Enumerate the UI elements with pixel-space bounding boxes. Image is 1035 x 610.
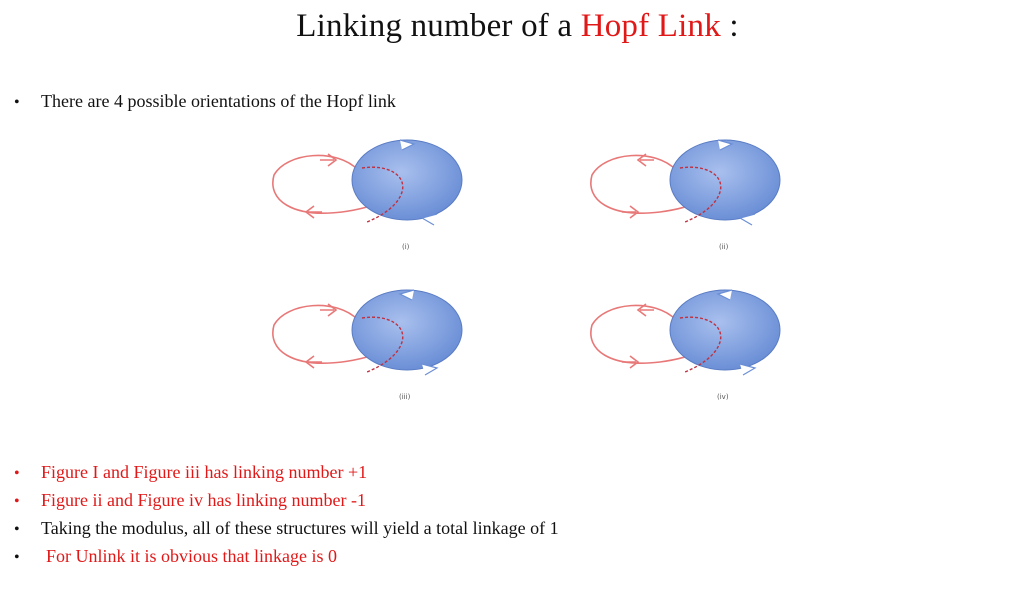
bullet-item-3: • Taking the modulus, all of these struc… <box>14 518 559 539</box>
bullet-text-4: For Unlink it is obvious that linkage is… <box>46 546 337 566</box>
title-suffix: : <box>720 8 739 44</box>
title-highlight: Hopf Link <box>580 8 721 44</box>
title-prefix: Linking number of a <box>296 8 581 44</box>
figure-label-iii: (iii) <box>399 393 411 401</box>
bullet-item-1: • Figure I and Figure iii has linking nu… <box>14 462 367 483</box>
arrow-right-icon <box>739 363 757 376</box>
figure-label-ii: (ii) <box>719 243 729 251</box>
figure-label-iv: (iv) <box>717 393 729 401</box>
blue-disc <box>669 139 781 221</box>
hopf-figure-ii <box>590 139 781 226</box>
hopf-figure-iv <box>590 289 781 376</box>
bullet-text-3: Taking the modulus, all of these structu… <box>41 518 559 538</box>
blue-disc <box>669 289 781 371</box>
slide-title: Linking number of a Hopf Link : <box>0 8 1035 45</box>
arrow-left-icon <box>304 205 322 219</box>
bullet-item-2: • Figure ii and Figure iv has linking nu… <box>14 490 366 511</box>
bullet-dot: • <box>14 465 20 482</box>
intro-bullet: • There are 4 possible orientations of t… <box>14 91 396 112</box>
bullet-dot: • <box>14 549 20 566</box>
arrow-right-icon <box>622 205 640 219</box>
bullet-item-4: • For Unlink it is obvious that linkage … <box>14 546 337 567</box>
hopf-figure-iii <box>272 289 463 376</box>
bullet-text-1: Figure I and Figure iii has linking numb… <box>41 462 368 482</box>
intro-bullet-text: There are 4 possible orientations of the… <box>41 91 396 111</box>
bullet-dot: • <box>14 521 20 538</box>
blue-disc <box>351 289 463 371</box>
blue-disc <box>351 139 463 221</box>
arrow-right-icon <box>622 355 640 369</box>
arrow-right-icon <box>421 363 439 376</box>
bullet-dot: • <box>14 493 20 510</box>
figure-label-i: (i) <box>402 243 410 251</box>
arrow-left-icon <box>304 355 322 369</box>
bullet-dot: • <box>14 94 20 111</box>
bullet-text-2: Figure ii and Figure iv has linking numb… <box>41 490 366 510</box>
hopf-figure-i <box>272 139 463 226</box>
